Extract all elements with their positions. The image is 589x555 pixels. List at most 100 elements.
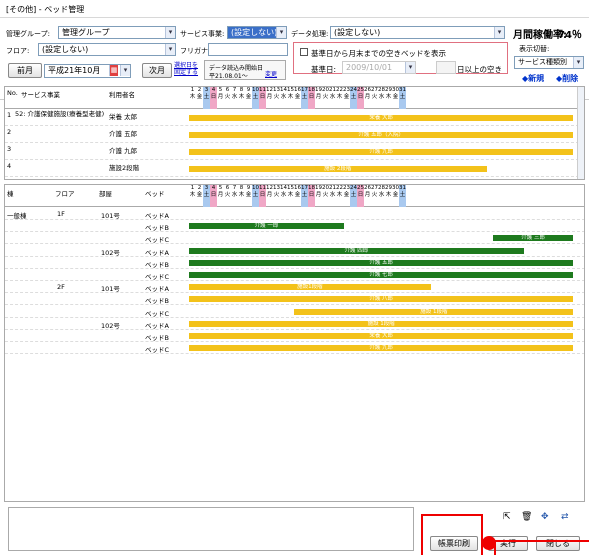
calendar-day[interactable]: 1木 <box>189 185 196 207</box>
calendar-day[interactable]: 9金 <box>245 185 252 207</box>
calendar-day[interactable]: 19 月 <box>315 87 322 109</box>
calendar-day[interactable]: 31 土 <box>399 87 406 109</box>
user-row[interactable]: 3 介護 九郎 介護 九郎 <box>5 143 579 160</box>
stay-bar[interactable]: 介護 九郎 <box>189 149 574 155</box>
calendar-day[interactable]: 22 木 <box>336 87 343 109</box>
stay-bar[interactable]: 栄養 大郎 <box>189 115 574 121</box>
bed-row[interactable]: ベッドB 介護 五郎 <box>5 257 584 269</box>
change-link[interactable]: 変更 <box>265 71 277 78</box>
bed-row[interactable]: ベッドC 介護 九郎 <box>5 342 584 355</box>
bed-row[interactable]: ベッドB 栄養 大郎 <box>5 330 584 342</box>
calendar-day[interactable]: 23 金 <box>343 87 350 109</box>
empty-bed-checkbox[interactable] <box>300 48 308 56</box>
calendar-day[interactable]: 8木 <box>238 185 245 207</box>
calendar-day[interactable]: 5月 <box>217 87 224 109</box>
calendar-day[interactable]: 10 土 <box>252 185 259 207</box>
calendar-day[interactable]: 24 土 <box>350 87 357 109</box>
calendar-day[interactable]: 20 火 <box>322 185 329 207</box>
calendar-day[interactable]: 12 月 <box>266 87 273 109</box>
bed-row[interactable]: 102号 ベッドA 施設 1段階 <box>5 318 584 330</box>
upper-scrollbar[interactable] <box>577 87 584 179</box>
user-row[interactable]: 1 52: 介護保健施設(療養型老健) 栄養 太郎 栄養 大郎 <box>5 109 579 126</box>
calendar-day[interactable]: 1木 <box>189 87 196 109</box>
next-month-button[interactable]: 次月 <box>142 63 172 78</box>
bed-row[interactable]: ベッドC 施設 1段階 <box>5 306 584 318</box>
new-link[interactable]: ◆新規 <box>522 73 544 84</box>
calendar-day[interactable]: 24 土 <box>350 185 357 207</box>
move-icon[interactable]: ✥ <box>541 512 549 522</box>
calendar-day[interactable]: 4日 <box>210 87 217 109</box>
calendar-day[interactable]: 14 水 <box>280 87 287 109</box>
month-select[interactable]: 平成21年10月 ▦ ▾ <box>44 64 131 78</box>
calendar-day[interactable]: 11 日 <box>259 87 266 109</box>
calendar-day[interactable]: 25 日 <box>357 185 364 207</box>
data-process-select[interactable]: (設定しない) ▾ <box>330 26 505 39</box>
floor-select[interactable]: (設定しない) ▾ <box>38 43 176 56</box>
calendar-day[interactable]: 5月 <box>217 185 224 207</box>
bed-bar[interactable]: 栄養 大郎 <box>189 333 574 339</box>
calendar-day[interactable]: 23 金 <box>343 185 350 207</box>
bed-bar[interactable]: 介護 三郎 <box>492 235 574 242</box>
calendar-day[interactable]: 20 火 <box>322 87 329 109</box>
calendar-day[interactable]: 30 金 <box>392 87 399 109</box>
calendar-day[interactable]: 17 土 <box>301 185 308 207</box>
calendar-day[interactable]: 11 日 <box>259 185 266 207</box>
calendar-day[interactable]: 3土 <box>203 87 210 109</box>
calendar-day[interactable]: 14 水 <box>280 185 287 207</box>
calendar-day[interactable]: 28 水 <box>378 87 385 109</box>
calendar-day[interactable]: 13 火 <box>273 87 280 109</box>
fix-date-link[interactable]: 選択日を 固定する <box>174 62 198 76</box>
swap-icon[interactable]: ⇄ <box>561 512 569 522</box>
stay-bar[interactable]: 施設 2段階 <box>189 166 487 172</box>
calendar-day[interactable]: 21 水 <box>329 185 336 207</box>
calendar-day[interactable]: 4日 <box>210 185 217 207</box>
calendar-day[interactable]: 7水 <box>231 185 238 207</box>
calendar-day[interactable]: 26 月 <box>364 87 371 109</box>
bed-bar[interactable]: 施設1段階 <box>189 284 431 291</box>
calendar-day[interactable]: 13 火 <box>273 185 280 207</box>
days-input[interactable] <box>436 61 456 74</box>
calendar-day[interactable]: 29 木 <box>385 87 392 109</box>
calendar-day[interactable]: 18 日 <box>308 185 315 207</box>
pointer-icon[interactable]: ⇱ <box>503 512 511 522</box>
calendar-day[interactable]: 19 月 <box>315 185 322 207</box>
calendar-day[interactable]: 22 木 <box>336 185 343 207</box>
stay-bar[interactable]: 介護 五郎（入院） <box>189 132 574 138</box>
bed-bar[interactable]: 介護 八郎 <box>189 296 574 303</box>
calendar-day[interactable]: 7水 <box>231 87 238 109</box>
bed-bar[interactable]: 介護 四郎 <box>189 247 524 254</box>
memo-textarea[interactable] <box>8 507 414 551</box>
bed-row[interactable]: ベッドB 介護 八郎 <box>5 293 584 306</box>
calendar-day[interactable]: 31 土 <box>399 185 406 207</box>
bed-row[interactable]: ベッドB 介護 一郎 <box>5 220 584 233</box>
calendar-day[interactable]: 27 火 <box>371 185 378 207</box>
calendar-day[interactable]: 10 土 <box>252 87 259 109</box>
calendar-day[interactable]: 26 月 <box>364 185 371 207</box>
kana-input[interactable] <box>208 43 288 56</box>
calendar-day[interactable]: 28 水 <box>378 185 385 207</box>
user-row[interactable]: 4 施設2段階 施設 2段階 <box>5 160 579 177</box>
calendar-day[interactable]: 18 日 <box>308 87 315 109</box>
calendar-day[interactable]: 17 土 <box>301 87 308 109</box>
bed-row[interactable]: ベッドC 介護 七郎 <box>5 269 584 281</box>
bed-row[interactable]: ベッドC 介護 三郎 <box>5 232 584 245</box>
calendar-day[interactable]: 21 水 <box>329 87 336 109</box>
bed-row[interactable]: 一般棟 1F 101号 ベッドA <box>5 208 584 220</box>
delete-link[interactable]: ◆削除 <box>556 73 578 84</box>
display-select[interactable]: サービス種類別 ▾ <box>514 56 584 69</box>
calendar-day[interactable]: 8木 <box>238 87 245 109</box>
prev-month-button[interactable]: 前月 <box>8 63 42 78</box>
calendar-day[interactable]: 29 木 <box>385 185 392 207</box>
calendar-day[interactable]: 9金 <box>245 87 252 109</box>
user-row[interactable]: 2 介護 五郎 介護 五郎（入院） <box>5 126 579 143</box>
trash-icon[interactable]: 🗑 <box>521 512 532 522</box>
bed-bar[interactable]: 介護 一郎 <box>189 223 344 230</box>
bed-bar[interactable]: 施設 1段階 <box>189 320 574 327</box>
calendar-day[interactable]: 3土 <box>203 185 210 207</box>
bed-bar[interactable]: 介護 七郎 <box>189 272 574 278</box>
calendar-day[interactable]: 25 日 <box>357 87 364 109</box>
base-date-select[interactable]: 2009/10/01 ▾ <box>342 61 416 74</box>
bed-bar[interactable]: 介護 九郎 <box>189 345 574 352</box>
calendar-day[interactable]: 27 火 <box>371 87 378 109</box>
calendar-day[interactable]: 30 金 <box>392 185 399 207</box>
